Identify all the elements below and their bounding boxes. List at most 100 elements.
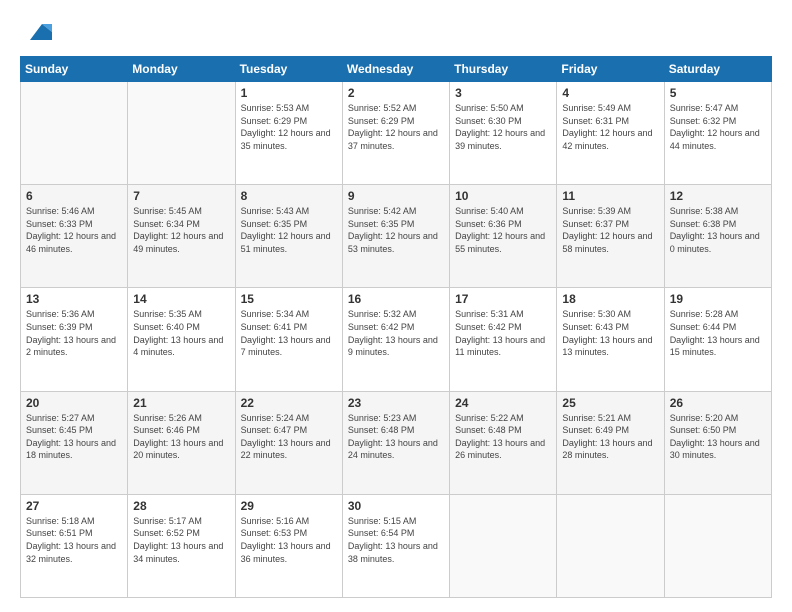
calendar-cell: 19 Sunrise: 5:28 AM Sunset: 6:44 PM Dayli… [664, 288, 771, 391]
day-number: 5 [670, 86, 766, 100]
calendar-cell: 21Sunrise: 5:26 AM Sunset: 6:46 PM Dayli… [128, 391, 235, 494]
day-number: 19 [670, 292, 766, 306]
calendar-cell: 25 Sunrise: 5:21 AM Sunset: 6:49 PM Dayli… [557, 391, 664, 494]
calendar-cell: 8 Sunrise: 5:43 AM Sunset: 6:35 PM Daylig… [235, 185, 342, 288]
day-number: 26 [670, 396, 766, 410]
day-info: Sunrise: 5:52 AM Sunset: 6:29 PM Dayligh… [348, 102, 444, 152]
day-number: 16 [348, 292, 444, 306]
calendar-cell: 6 Sunrise: 5:46 AM Sunset: 6:33 PM Daylig… [21, 185, 128, 288]
calendar-cell: 10 Sunrise: 5:40 AM Sunset: 6:36 PM Dayli… [450, 185, 557, 288]
day-info: Sunrise: 5:39 AM Sunset: 6:37 PM Dayligh… [562, 205, 658, 255]
calendar-cell: 14 Sunrise: 5:35 AM Sunset: 6:40 PM Dayli… [128, 288, 235, 391]
day-number: 6 [26, 189, 122, 203]
day-info: Sunrise: 5:53 AM Sunset: 6:29 PM Dayligh… [241, 102, 337, 152]
day-number: 25 [562, 396, 658, 410]
day-info: Sunrise: 5:16 AM Sunset: 6:53 PM Dayligh… [241, 515, 337, 565]
day-info: Sunrise: 5:15 AM Sunset: 6:54 PM Dayligh… [348, 515, 444, 565]
calendar-cell [450, 494, 557, 597]
calendar-cell [664, 494, 771, 597]
day-number: 4 [562, 86, 658, 100]
day-number: 20 [26, 396, 122, 410]
calendar-cell: 18 Sunrise: 5:30 AM Sunset: 6:43 PM Dayli… [557, 288, 664, 391]
col-header-saturday: Saturday [664, 57, 771, 82]
calendar-cell: 23 Sunrise: 5:23 AM Sunset: 6:48 PM Dayli… [342, 391, 449, 494]
day-info: Sunrise: 5:40 AM Sunset: 6:36 PM Dayligh… [455, 205, 551, 255]
day-number: 30 [348, 499, 444, 513]
calendar-cell: 27 Sunrise: 5:18 AM Sunset: 6:51 PM Dayli… [21, 494, 128, 597]
calendar-table: SundayMondayTuesdayWednesdayThursdayFrid… [20, 56, 772, 598]
day-info: Sunrise: 5:46 AM Sunset: 6:33 PM Dayligh… [26, 205, 122, 255]
day-number: 23 [348, 396, 444, 410]
day-info: Sunrise: 5:17 AM Sunset: 6:52 PM Dayligh… [133, 515, 229, 565]
day-number: 1 [241, 86, 337, 100]
day-number: 9 [348, 189, 444, 203]
day-info: Sunrise: 5:22 AM Sunset: 6:48 PM Dayligh… [455, 412, 551, 462]
logo [20, 18, 52, 46]
day-info: Sunrise: 5:32 AM Sunset: 6:42 PM Dayligh… [348, 308, 444, 358]
calendar-cell: 15Sunrise: 5:34 AM Sunset: 6:41 PM Dayli… [235, 288, 342, 391]
calendar-cell: 20 Sunrise: 5:27 AM Sunset: 6:45 PM Dayli… [21, 391, 128, 494]
calendar-cell: 11 Sunrise: 5:39 AM Sunset: 6:37 PM Dayli… [557, 185, 664, 288]
day-info: Sunrise: 5:27 AM Sunset: 6:45 PM Dayligh… [26, 412, 122, 462]
calendar-header-row: SundayMondayTuesdayWednesdayThursdayFrid… [21, 57, 772, 82]
calendar-cell: 5 Sunrise: 5:47 AM Sunset: 6:32 PM Daylig… [664, 82, 771, 185]
day-info: Sunrise: 5:38 AM Sunset: 6:38 PM Dayligh… [670, 205, 766, 255]
day-number: 18 [562, 292, 658, 306]
calendar-cell [21, 82, 128, 185]
day-info: Sunrise: 5:35 AM Sunset: 6:40 PM Dayligh… [133, 308, 229, 358]
calendar-cell: 29 Sunrise: 5:16 AM Sunset: 6:53 PM Dayli… [235, 494, 342, 597]
day-info: Sunrise: 5:43 AM Sunset: 6:35 PM Dayligh… [241, 205, 337, 255]
calendar-cell: 22Sunrise: 5:24 AM Sunset: 6:47 PM Dayli… [235, 391, 342, 494]
day-info: Sunrise: 5:50 AM Sunset: 6:30 PM Dayligh… [455, 102, 551, 152]
calendar-cell: 9Sunrise: 5:42 AM Sunset: 6:35 PM Daylig… [342, 185, 449, 288]
logo-icon [24, 18, 52, 46]
day-number: 12 [670, 189, 766, 203]
week-row-2: 6 Sunrise: 5:46 AM Sunset: 6:33 PM Daylig… [21, 185, 772, 288]
day-number: 11 [562, 189, 658, 203]
day-number: 15 [241, 292, 337, 306]
day-info: Sunrise: 5:49 AM Sunset: 6:31 PM Dayligh… [562, 102, 658, 152]
week-row-4: 20 Sunrise: 5:27 AM Sunset: 6:45 PM Dayli… [21, 391, 772, 494]
calendar-cell: 2 Sunrise: 5:52 AM Sunset: 6:29 PM Daylig… [342, 82, 449, 185]
calendar-cell: 12 Sunrise: 5:38 AM Sunset: 6:38 PM Dayli… [664, 185, 771, 288]
day-info: Sunrise: 5:23 AM Sunset: 6:48 PM Dayligh… [348, 412, 444, 462]
day-number: 22 [241, 396, 337, 410]
calendar-cell: 26Sunrise: 5:20 AM Sunset: 6:50 PM Dayli… [664, 391, 771, 494]
day-number: 27 [26, 499, 122, 513]
day-number: 10 [455, 189, 551, 203]
col-header-wednesday: Wednesday [342, 57, 449, 82]
day-number: 14 [133, 292, 229, 306]
day-info: Sunrise: 5:18 AM Sunset: 6:51 PM Dayligh… [26, 515, 122, 565]
day-number: 7 [133, 189, 229, 203]
day-number: 29 [241, 499, 337, 513]
day-number: 3 [455, 86, 551, 100]
day-number: 2 [348, 86, 444, 100]
day-info: Sunrise: 5:31 AM Sunset: 6:42 PM Dayligh… [455, 308, 551, 358]
header [20, 18, 772, 46]
page: SundayMondayTuesdayWednesdayThursdayFrid… [0, 0, 792, 612]
calendar-cell: 13Sunrise: 5:36 AM Sunset: 6:39 PM Dayli… [21, 288, 128, 391]
col-header-sunday: Sunday [21, 57, 128, 82]
day-number: 13 [26, 292, 122, 306]
day-number: 8 [241, 189, 337, 203]
calendar-cell: 24Sunrise: 5:22 AM Sunset: 6:48 PM Dayli… [450, 391, 557, 494]
calendar-cell: 16 Sunrise: 5:32 AM Sunset: 6:42 PM Dayli… [342, 288, 449, 391]
calendar-cell: 4 Sunrise: 5:49 AM Sunset: 6:31 PM Daylig… [557, 82, 664, 185]
day-info: Sunrise: 5:28 AM Sunset: 6:44 PM Dayligh… [670, 308, 766, 358]
calendar-cell: 17Sunrise: 5:31 AM Sunset: 6:42 PM Dayli… [450, 288, 557, 391]
day-info: Sunrise: 5:21 AM Sunset: 6:49 PM Dayligh… [562, 412, 658, 462]
col-header-tuesday: Tuesday [235, 57, 342, 82]
col-header-thursday: Thursday [450, 57, 557, 82]
day-number: 28 [133, 499, 229, 513]
day-info: Sunrise: 5:26 AM Sunset: 6:46 PM Dayligh… [133, 412, 229, 462]
calendar-cell: 7Sunrise: 5:45 AM Sunset: 6:34 PM Daylig… [128, 185, 235, 288]
day-info: Sunrise: 5:47 AM Sunset: 6:32 PM Dayligh… [670, 102, 766, 152]
calendar-cell: 30 Sunrise: 5:15 AM Sunset: 6:54 PM Dayli… [342, 494, 449, 597]
week-row-1: 1 Sunrise: 5:53 AM Sunset: 6:29 PM Daylig… [21, 82, 772, 185]
calendar-cell [557, 494, 664, 597]
week-row-5: 27 Sunrise: 5:18 AM Sunset: 6:51 PM Dayli… [21, 494, 772, 597]
col-header-friday: Friday [557, 57, 664, 82]
week-row-3: 13Sunrise: 5:36 AM Sunset: 6:39 PM Dayli… [21, 288, 772, 391]
day-info: Sunrise: 5:30 AM Sunset: 6:43 PM Dayligh… [562, 308, 658, 358]
calendar-cell: 28 Sunrise: 5:17 AM Sunset: 6:52 PM Dayli… [128, 494, 235, 597]
